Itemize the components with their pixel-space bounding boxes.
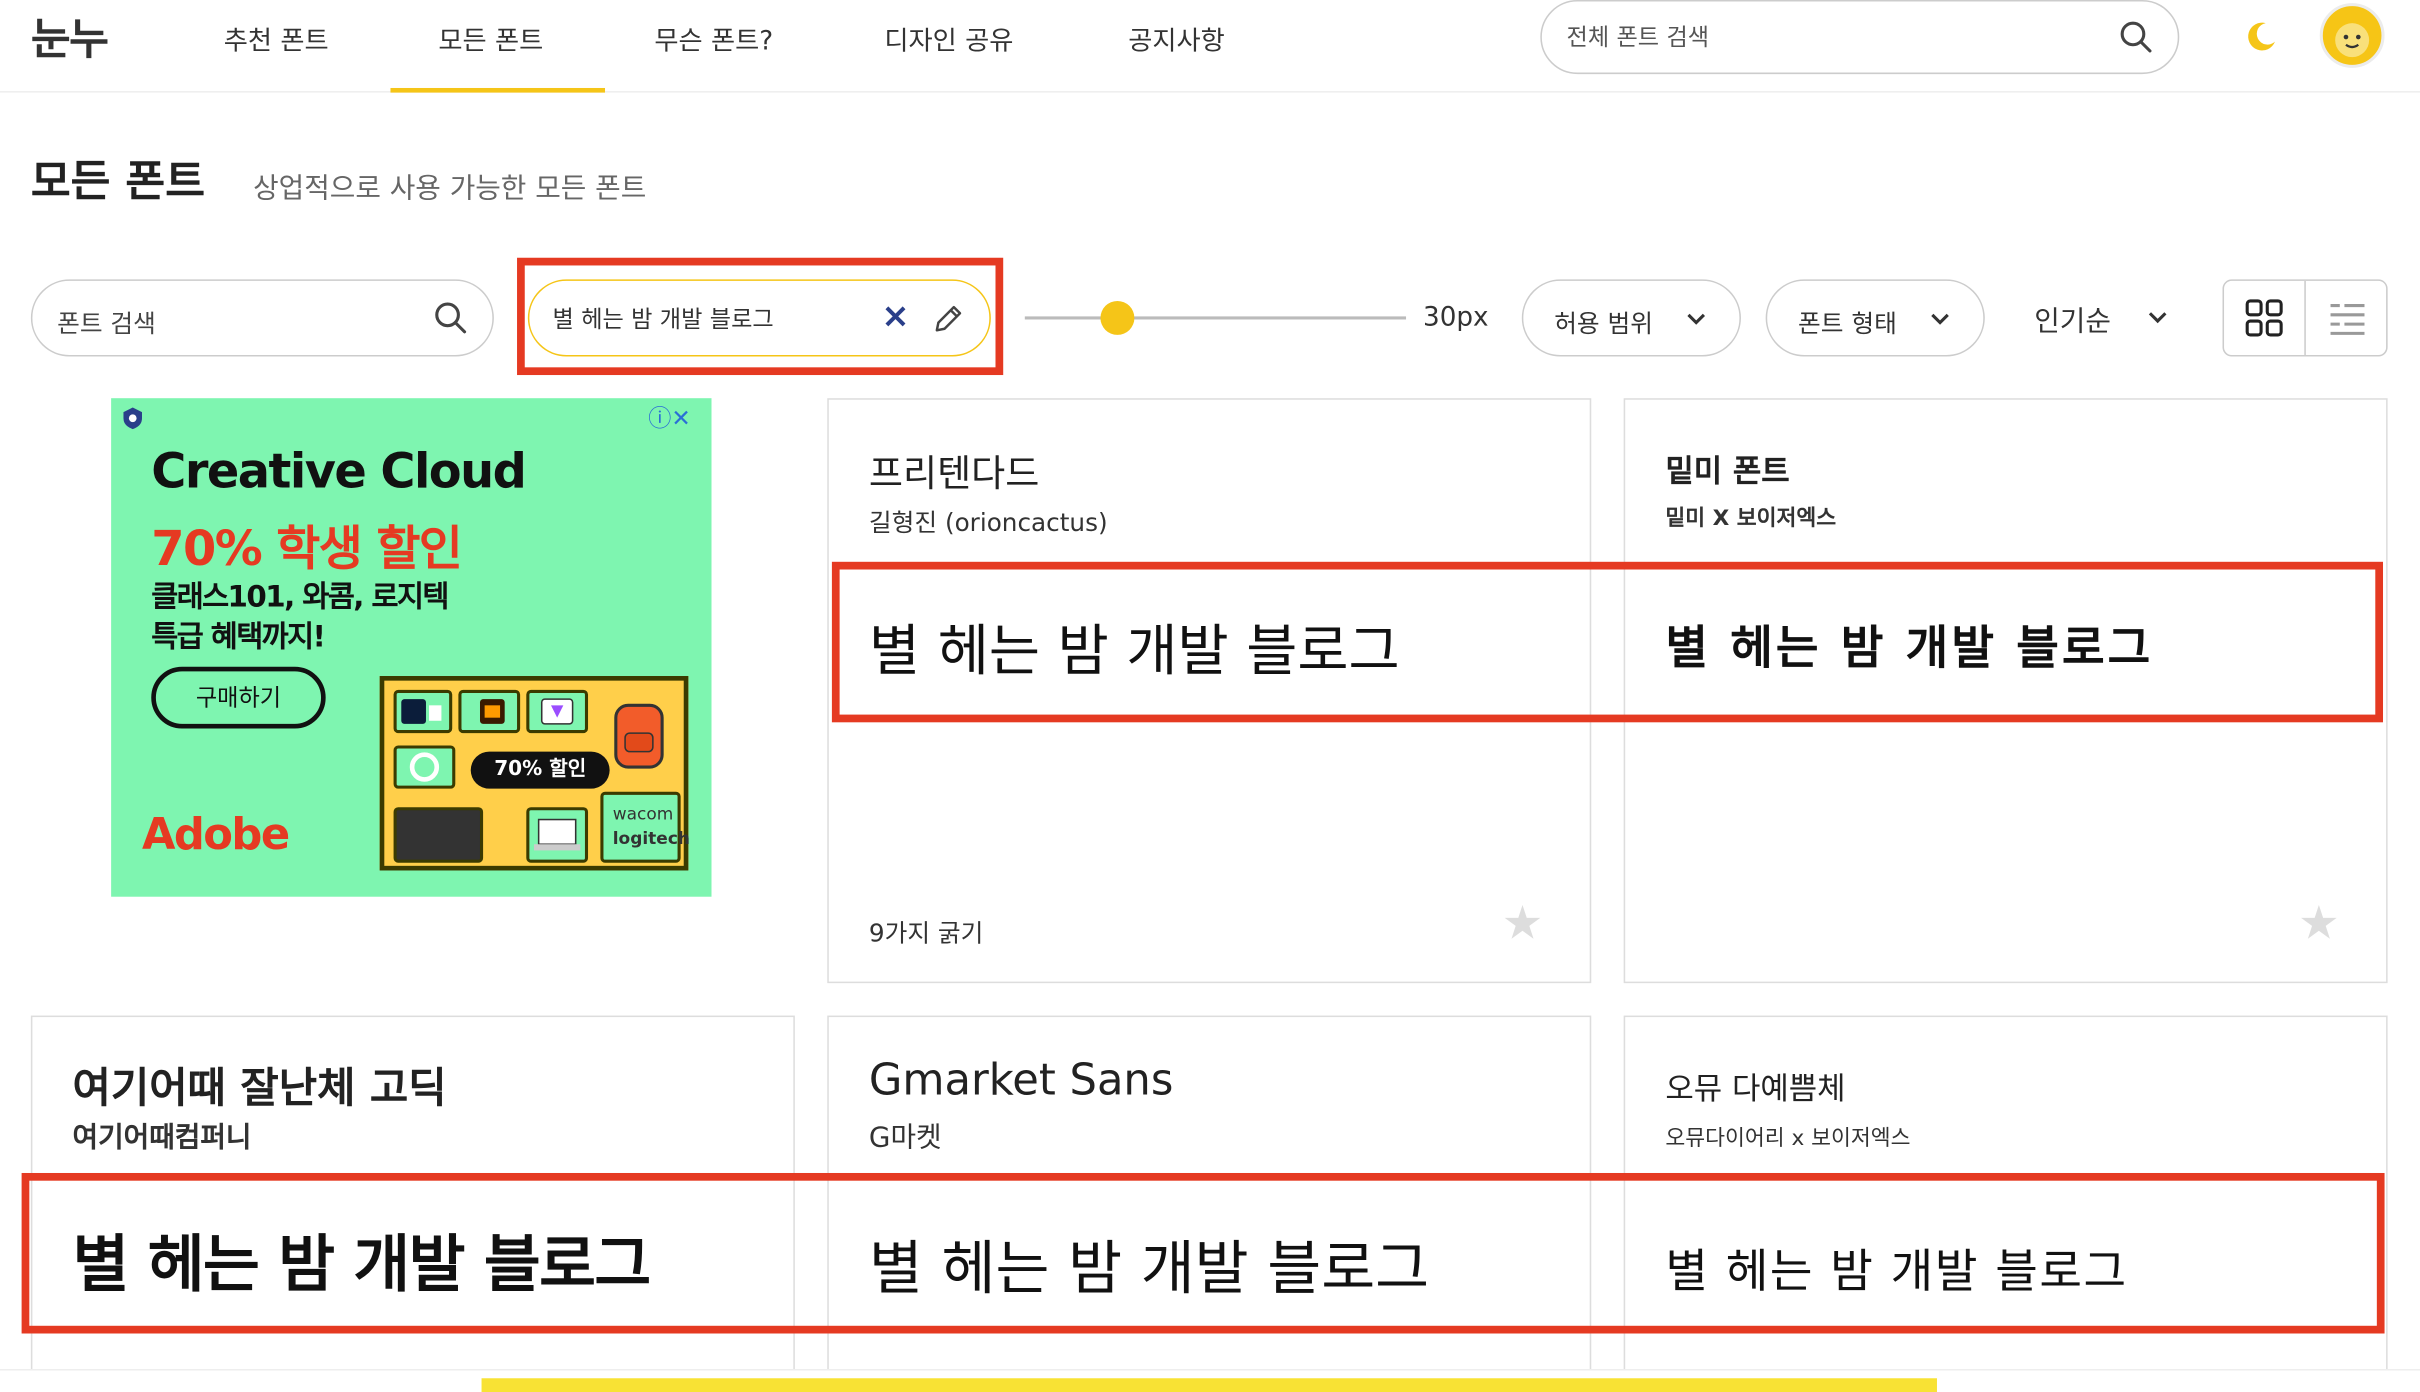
font-author: G마켓 <box>868 1122 942 1155</box>
font-search-placeholder: 폰트 검색 <box>57 308 156 339</box>
ad-discount: 70% 학생 할인 <box>151 521 463 578</box>
font-author: 길형진 (orioncactus) <box>868 507 1108 538</box>
font-size-slider-handle[interactable] <box>1100 300 1135 335</box>
star-favorite-icon[interactable]: ★ <box>2298 897 2340 951</box>
nav-all-fonts[interactable]: 모든 폰트 <box>438 19 543 57</box>
ad-cell-laptop <box>526 807 589 863</box>
view-toggle <box>2222 279 2388 357</box>
ad-cell-device <box>393 807 484 863</box>
laptop-icon <box>534 818 581 851</box>
shape-filter-dropdown[interactable]: 폰트 형태 <box>1765 279 1985 357</box>
gem-icon <box>540 698 574 725</box>
nav-design-share[interactable]: 디자인 공유 <box>884 19 1013 57</box>
list-view-icon <box>2330 304 2365 335</box>
font-weights-count: 9가지 굵기 <box>868 918 984 948</box>
ad-partner-wacom: wacom <box>612 804 674 825</box>
search-icon[interactable] <box>434 301 468 335</box>
font-name[interactable]: Gmarket Sans <box>869 1054 1173 1105</box>
grid-view-icon <box>2245 299 2283 337</box>
ad-product-illustration: 70% 할인 wacom logitech <box>379 676 690 871</box>
ad-cell-backpack <box>600 684 677 783</box>
chevron-down-icon <box>1687 313 1706 325</box>
ad-cell-gem <box>526 689 589 734</box>
font-name[interactable]: 프리텐다드 <box>869 443 1039 497</box>
highlight-box-preview-input <box>517 257 1004 376</box>
shape-filter-label: 폰트 형태 <box>1798 308 1897 339</box>
ad-banner[interactable]: ⓘ✕ Creative Cloud 70% 학생 할인 클래스101, 와콤, … <box>111 398 712 897</box>
highlight-box-preview-row-2 <box>21 1172 2385 1334</box>
nav-notice[interactable]: 공지사항 <box>1128 19 1225 57</box>
ad-close-icon[interactable]: ⓘ✕ <box>648 401 691 433</box>
ad-discount-badge: 70% 할인 <box>470 751 610 789</box>
font-size-label: 30px <box>1423 302 1489 334</box>
ad-desc-line2: 특급 혜택까지! <box>151 620 326 655</box>
avatar[interactable] <box>2319 3 2385 68</box>
backpack-icon <box>614 703 664 769</box>
star-favorite-icon[interactable]: ★ <box>1502 897 1544 951</box>
ad-desc-line1: 클래스101, 와콤, 로지텍 <box>151 580 449 615</box>
chevron-down-icon[interactable] <box>2145 307 2170 329</box>
ad-partner-logitech: logitech <box>612 828 690 849</box>
font-search-input[interactable]: 폰트 검색 <box>30 279 494 357</box>
top-header: 눈누 추천 폰트 모든 폰트 무슨 폰트? 디자인 공유 공지사항 전체 폰트 … <box>0 0 2420 93</box>
avatar-face-icon <box>2335 23 2370 58</box>
search-icon[interactable] <box>2119 20 2153 54</box>
list-view-button[interactable] <box>2307 281 2386 355</box>
ad-buy-button[interactable]: 구매하기 <box>151 666 326 729</box>
page-subtitle: 상업적으로 사용 가능한 모든 폰트 <box>253 172 647 206</box>
nav-what-font[interactable]: 무슨 폰트? <box>654 19 773 57</box>
global-search-placeholder: 전체 폰트 검색 <box>1566 23 1710 51</box>
font-name[interactable]: 오뮤 다예쁨체 <box>1665 1063 1845 1108</box>
ad-cell-partners: wacom logitech <box>600 791 690 863</box>
ad-cell-cc <box>393 745 456 789</box>
nav-active-indicator <box>390 87 606 93</box>
ad-cell-ps <box>393 689 453 734</box>
font-name[interactable]: 밑미 폰트 <box>1665 446 1789 491</box>
nav-recommended[interactable]: 추천 폰트 <box>224 19 329 57</box>
shield-icon <box>123 407 142 430</box>
logo[interactable]: 눈누 <box>31 6 109 68</box>
font-author: 오뮤다이어리 x 보이저엑스 <box>1665 1126 1911 1152</box>
ad-cell-ai <box>458 689 521 734</box>
illustrator-icon <box>479 699 505 724</box>
photoshop-icon <box>401 699 442 724</box>
chevron-down-icon <box>1931 313 1949 325</box>
creative-cloud-icon <box>409 752 440 782</box>
license-filter-label: 허용 범위 <box>1554 308 1653 339</box>
sort-dropdown[interactable]: 인기순 <box>2034 299 2111 339</box>
font-size-slider-track[interactable] <box>1024 316 1407 320</box>
global-search-input[interactable]: 전체 폰트 검색 <box>1540 0 2180 75</box>
license-filter-dropdown[interactable]: 허용 범위 <box>1521 279 1741 357</box>
font-author: 여기어때컴퍼니 <box>72 1122 252 1155</box>
bottom-ad-banner[interactable] <box>481 1378 1937 1392</box>
dark-mode-moon-icon[interactable] <box>2243 19 2280 56</box>
font-name[interactable]: 여기어때 잘난체 고딕 <box>73 1054 447 1114</box>
grid-view-button[interactable] <box>2224 280 2306 355</box>
ad-title: Creative Cloud <box>151 444 527 501</box>
font-author: 밑미 X 보이저엑스 <box>1665 506 1837 531</box>
page-title: 모든 폰트 <box>30 155 205 207</box>
highlight-box-preview-row-1 <box>831 561 2384 723</box>
ad-brand-logo: Adobe <box>141 808 290 860</box>
